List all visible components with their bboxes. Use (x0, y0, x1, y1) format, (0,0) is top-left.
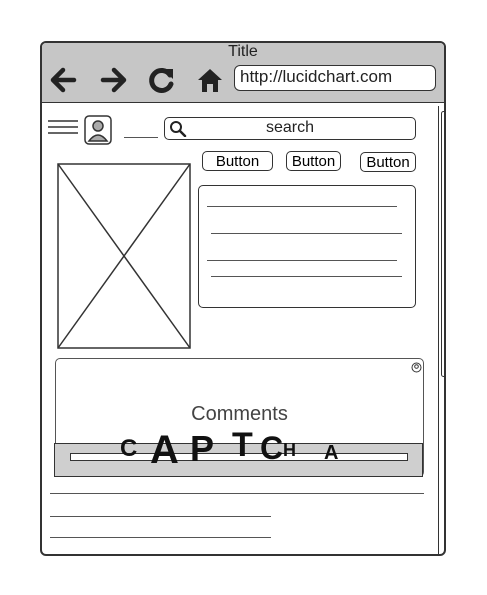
text-content-box (198, 185, 416, 308)
home-icon[interactable] (195, 65, 225, 95)
comments-label: Comments (191, 403, 288, 425)
captcha-char: C (120, 435, 138, 462)
user-avatar-icon[interactable] (84, 115, 112, 145)
text-line (211, 276, 402, 277)
button-2[interactable]: Button (286, 151, 341, 171)
text-line (50, 516, 271, 517)
text-line (50, 537, 271, 538)
browser-window: Title http://lucidchart.com search Butto… (40, 41, 446, 556)
refresh-icon[interactable] (146, 65, 176, 95)
search-input[interactable]: search (164, 117, 416, 140)
search-placeholder: search (265, 119, 315, 136)
captcha-char: C (260, 430, 284, 466)
button-1[interactable]: Button (202, 151, 273, 171)
hamburger-menu-icon[interactable] (48, 119, 78, 135)
text-line (211, 233, 402, 234)
captcha-char: A (150, 428, 179, 472)
text-line (50, 493, 424, 494)
captcha-char: H (283, 440, 296, 460)
captcha-char: P (190, 428, 215, 469)
text-placeholder-line (124, 137, 158, 138)
help-icon[interactable] (411, 362, 422, 373)
back-arrow-icon[interactable] (48, 65, 78, 95)
search-icon (170, 121, 187, 137)
captcha-char: A (324, 442, 339, 464)
text-line (207, 260, 397, 261)
forward-arrow-icon[interactable] (99, 65, 129, 95)
button-3[interactable]: Button (360, 152, 416, 172)
scrollbar-thumb[interactable] (441, 111, 444, 377)
window-title: Title (228, 43, 258, 60)
browser-titlebar: Title http://lucidchart.com (42, 43, 444, 103)
image-placeholder (57, 163, 191, 349)
address-bar[interactable]: http://lucidchart.com (234, 65, 436, 91)
text-line (207, 206, 397, 207)
captcha-char: T (232, 426, 253, 464)
